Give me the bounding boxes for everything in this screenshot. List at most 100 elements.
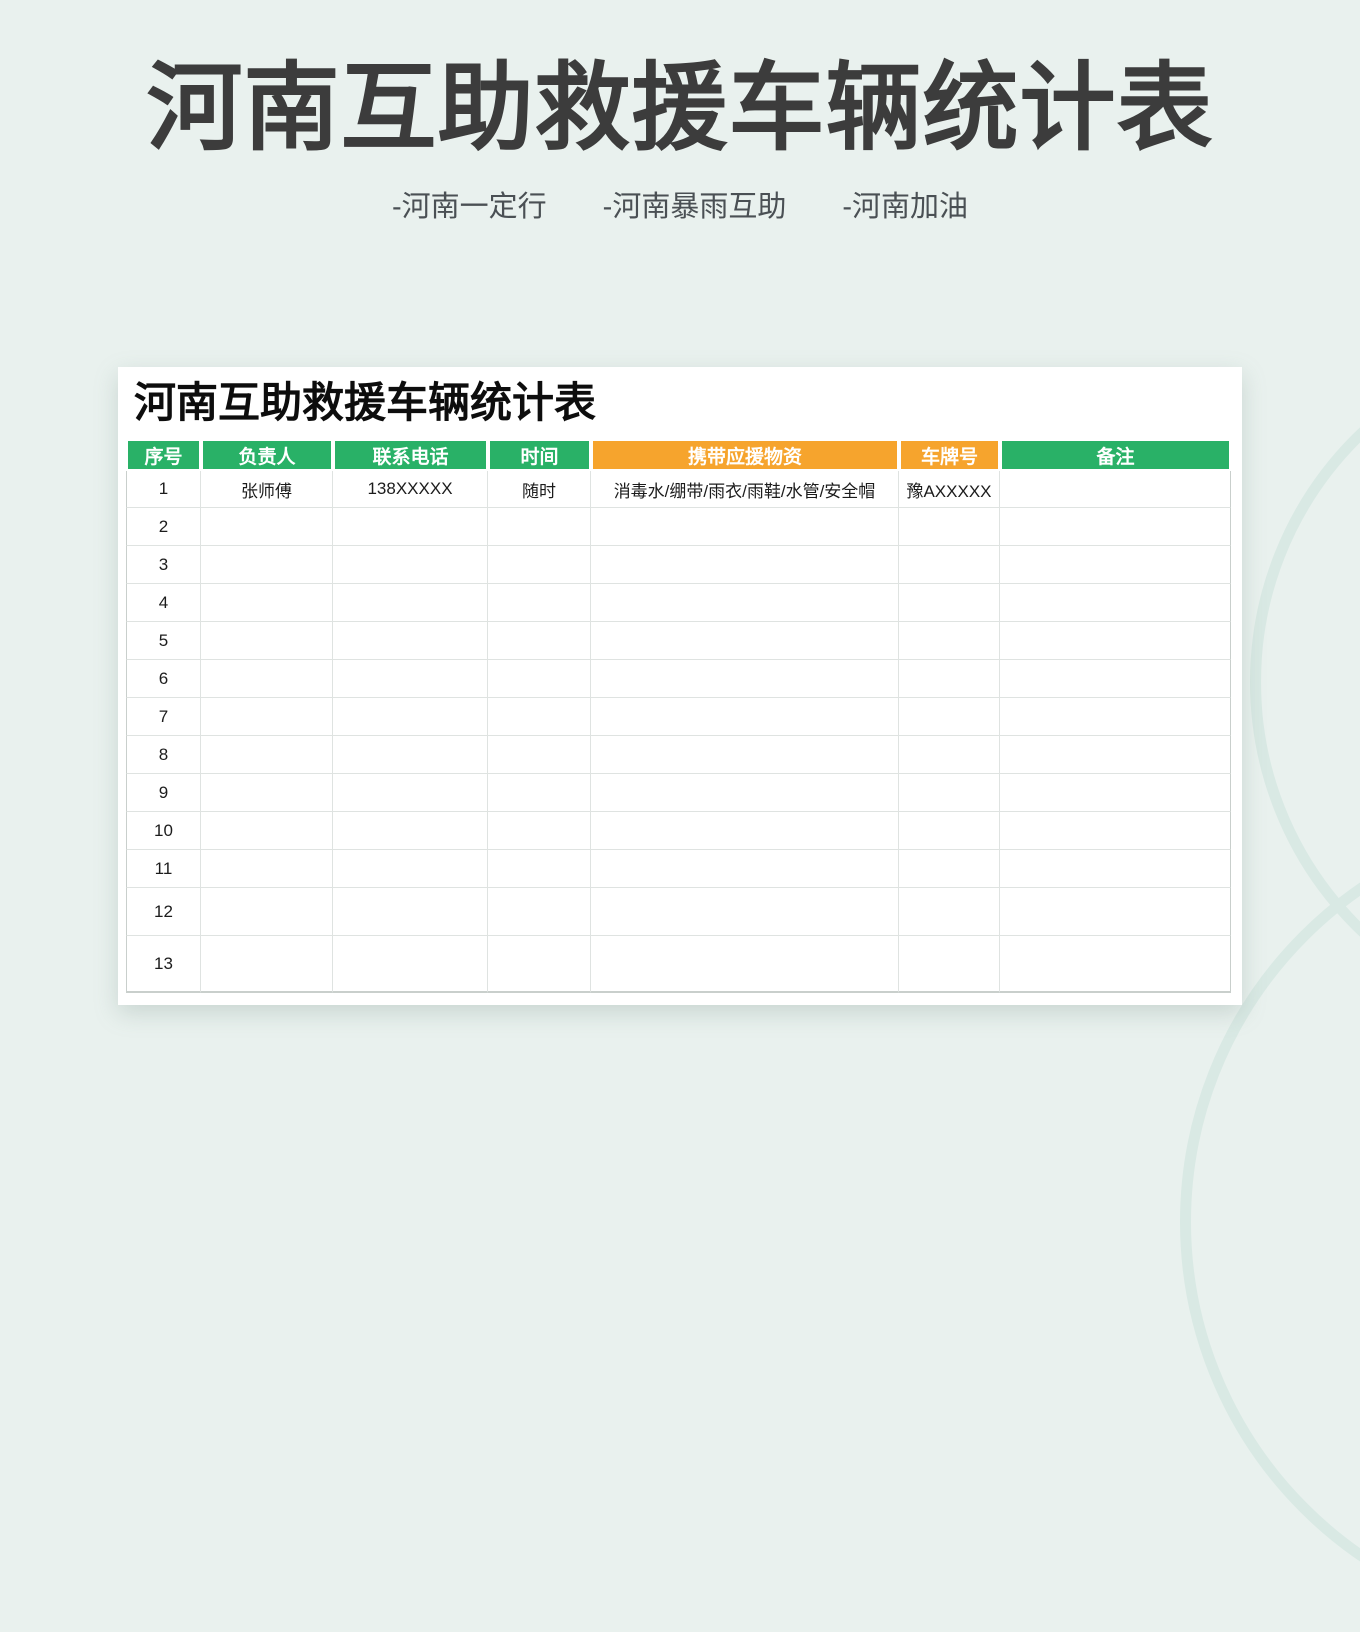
table-cell-owner[interactable]: [201, 888, 333, 936]
table-cell-time[interactable]: [488, 546, 591, 584]
table-cell-time[interactable]: [488, 660, 591, 698]
table-cell-note[interactable]: [1000, 622, 1231, 660]
table-cell-phone[interactable]: [333, 812, 488, 850]
table-cell-index[interactable]: 2: [126, 508, 201, 546]
table-cell-phone[interactable]: [333, 622, 488, 660]
column-header-plate: 车牌号: [899, 439, 1000, 471]
table-cell-plate[interactable]: 豫AXXXXX: [899, 471, 1000, 508]
table-cell-index[interactable]: 4: [126, 584, 201, 622]
table-cell-index[interactable]: 13: [126, 936, 201, 993]
table-cell-phone[interactable]: [333, 508, 488, 546]
table-cell-owner[interactable]: [201, 736, 333, 774]
table-cell-supplies[interactable]: [591, 736, 899, 774]
table-cell-note[interactable]: [1000, 936, 1231, 993]
table-cell-plate[interactable]: [899, 850, 1000, 888]
table-cell-owner[interactable]: [201, 812, 333, 850]
table-cell-plate[interactable]: [899, 936, 1000, 993]
table-cell-phone[interactable]: [333, 936, 488, 993]
table-cell-plate[interactable]: [899, 546, 1000, 584]
table-cell-note[interactable]: [1000, 774, 1231, 812]
table-cell-note[interactable]: [1000, 698, 1231, 736]
table-cell-owner[interactable]: [201, 936, 333, 993]
table-cell-time[interactable]: 随时: [488, 471, 591, 508]
table-cell-time[interactable]: [488, 622, 591, 660]
table-cell-phone[interactable]: [333, 660, 488, 698]
table-cell-plate[interactable]: [899, 774, 1000, 812]
table-cell-index[interactable]: 3: [126, 546, 201, 584]
subtitle-tag-3: -河南加油: [842, 183, 968, 225]
table-cell-supplies[interactable]: 消毒水/绷带/雨衣/雨鞋/水管/安全帽: [591, 471, 899, 508]
table-cell-supplies[interactable]: [591, 622, 899, 660]
table-cell-time[interactable]: [488, 936, 591, 993]
table-cell-plate[interactable]: [899, 660, 1000, 698]
table-cell-phone[interactable]: [333, 850, 488, 888]
table-cell-owner[interactable]: [201, 622, 333, 660]
table-cell-index[interactable]: 7: [126, 698, 201, 736]
table-cell-phone[interactable]: [333, 584, 488, 622]
table-cell-owner[interactable]: [201, 508, 333, 546]
table-cell-note[interactable]: [1000, 660, 1231, 698]
rescue-vehicle-table: 序号负责人联系电话时间携带应援物资车牌号备注 1张师傅138XXXXX随时消毒水…: [126, 439, 1231, 993]
page-title: 河南互助救援车辆统计表: [0, 52, 1360, 165]
table-row: 8: [126, 736, 1231, 774]
table-cell-phone[interactable]: [333, 774, 488, 812]
table-cell-time[interactable]: [488, 698, 591, 736]
table-cell-index[interactable]: 11: [126, 850, 201, 888]
table-cell-index[interactable]: 6: [126, 660, 201, 698]
table-cell-supplies[interactable]: [591, 584, 899, 622]
table-cell-index[interactable]: 10: [126, 812, 201, 850]
table-cell-note[interactable]: [1000, 471, 1231, 508]
table-cell-phone[interactable]: [333, 698, 488, 736]
table-cell-time[interactable]: [488, 508, 591, 546]
table-cell-supplies[interactable]: [591, 508, 899, 546]
table-cell-plate[interactable]: [899, 698, 1000, 736]
table-cell-index[interactable]: 5: [126, 622, 201, 660]
table-cell-note[interactable]: [1000, 584, 1231, 622]
table-cell-owner[interactable]: [201, 698, 333, 736]
table-cell-time[interactable]: [488, 584, 591, 622]
table-cell-index[interactable]: 8: [126, 736, 201, 774]
table-cell-owner[interactable]: [201, 774, 333, 812]
table-cell-plate[interactable]: [899, 888, 1000, 936]
table-cell-time[interactable]: [488, 736, 591, 774]
table-cell-supplies[interactable]: [591, 888, 899, 936]
table-cell-owner[interactable]: 张师傅: [201, 471, 333, 508]
table-cell-note[interactable]: [1000, 812, 1231, 850]
table-cell-time[interactable]: [488, 888, 591, 936]
table-cell-plate[interactable]: [899, 812, 1000, 850]
table-cell-supplies[interactable]: [591, 546, 899, 584]
table-cell-supplies[interactable]: [591, 774, 899, 812]
table-cell-note[interactable]: [1000, 736, 1231, 774]
table-cell-supplies[interactable]: [591, 660, 899, 698]
table-cell-phone[interactable]: 138XXXXX: [333, 471, 488, 508]
table-cell-owner[interactable]: [201, 850, 333, 888]
table-cell-plate[interactable]: [899, 508, 1000, 546]
table-cell-owner[interactable]: [201, 660, 333, 698]
table-cell-note[interactable]: [1000, 850, 1231, 888]
table-cell-note[interactable]: [1000, 888, 1231, 936]
table-cell-note[interactable]: [1000, 508, 1231, 546]
table-cell-owner[interactable]: [201, 584, 333, 622]
table-cell-phone[interactable]: [333, 888, 488, 936]
table-row: 1张师傅138XXXXX随时消毒水/绷带/雨衣/雨鞋/水管/安全帽豫AXXXXX: [126, 471, 1231, 508]
table-cell-plate[interactable]: [899, 584, 1000, 622]
subtitle-tag-1: -河南一定行: [392, 183, 547, 225]
table-cell-phone[interactable]: [333, 546, 488, 584]
table-cell-supplies[interactable]: [591, 936, 899, 993]
column-header-supplies: 携带应援物资: [591, 439, 899, 471]
table-cell-supplies[interactable]: [591, 812, 899, 850]
table-cell-index[interactable]: 12: [126, 888, 201, 936]
table-cell-owner[interactable]: [201, 546, 333, 584]
table-cell-time[interactable]: [488, 850, 591, 888]
table-cell-note[interactable]: [1000, 546, 1231, 584]
table-cell-phone[interactable]: [333, 736, 488, 774]
table-row: 13: [126, 936, 1231, 993]
table-cell-plate[interactable]: [899, 736, 1000, 774]
table-cell-plate[interactable]: [899, 622, 1000, 660]
table-cell-index[interactable]: 1: [126, 471, 201, 508]
table-cell-index[interactable]: 9: [126, 774, 201, 812]
table-cell-time[interactable]: [488, 812, 591, 850]
table-cell-time[interactable]: [488, 774, 591, 812]
table-cell-supplies[interactable]: [591, 698, 899, 736]
table-cell-supplies[interactable]: [591, 850, 899, 888]
